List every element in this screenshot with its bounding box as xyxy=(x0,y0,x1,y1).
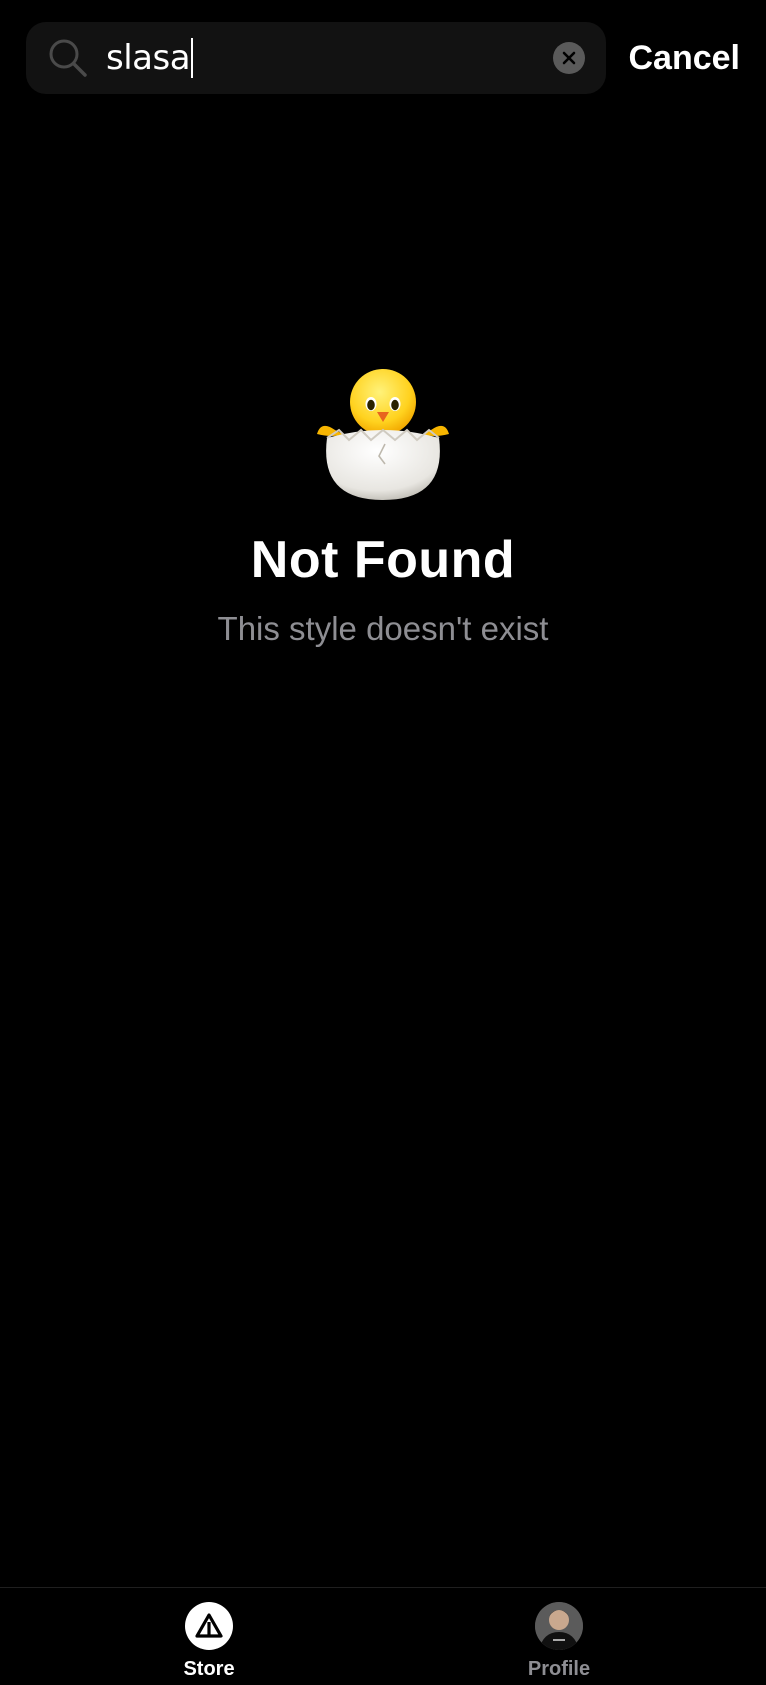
bottom-tab-bar: Store Profile xyxy=(0,1587,766,1685)
search-icon xyxy=(49,39,87,77)
clear-search-button[interactable] xyxy=(553,42,585,74)
search-bar: slasa Cancel xyxy=(26,22,740,94)
search-input-value: slasa xyxy=(106,38,191,78)
not-found-message: This style doesn't exist xyxy=(217,610,549,647)
search-input[interactable]: slasa xyxy=(106,36,194,80)
tab-profile-label: Profile xyxy=(527,1658,591,1680)
cancel-button[interactable]: Cancel xyxy=(629,22,741,94)
text-cursor xyxy=(191,38,194,78)
hatching-chick-icon xyxy=(317,369,449,500)
avatar xyxy=(535,1602,583,1650)
tab-store[interactable]: Store xyxy=(139,1602,279,1681)
store-logo-icon xyxy=(185,1602,233,1650)
tab-profile[interactable]: Profile xyxy=(489,1602,629,1681)
search-field[interactable]: slasa xyxy=(26,22,606,94)
not-found-title: Not Found xyxy=(250,531,516,589)
tab-store-label: Store xyxy=(183,1658,235,1680)
close-icon xyxy=(562,51,576,65)
empty-state: Not Found This style doesn't exist xyxy=(0,360,766,648)
